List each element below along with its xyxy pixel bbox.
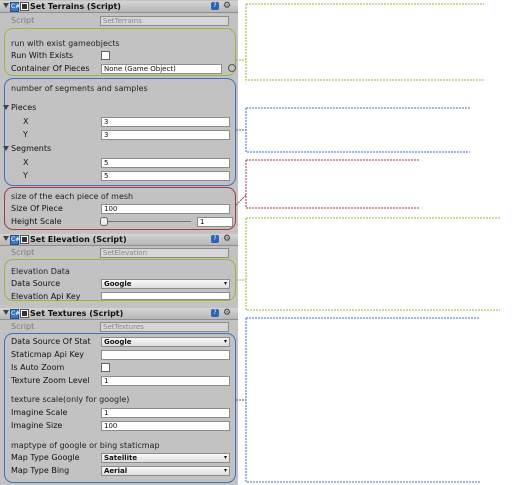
blue-callout-box xyxy=(245,317,480,483)
annotation-lines xyxy=(235,3,500,483)
blue-callout-box xyxy=(245,107,470,153)
red-connector xyxy=(235,194,247,206)
green-callout-box xyxy=(245,3,484,81)
red-callout-box xyxy=(245,159,420,209)
green-callout-box xyxy=(245,217,500,311)
